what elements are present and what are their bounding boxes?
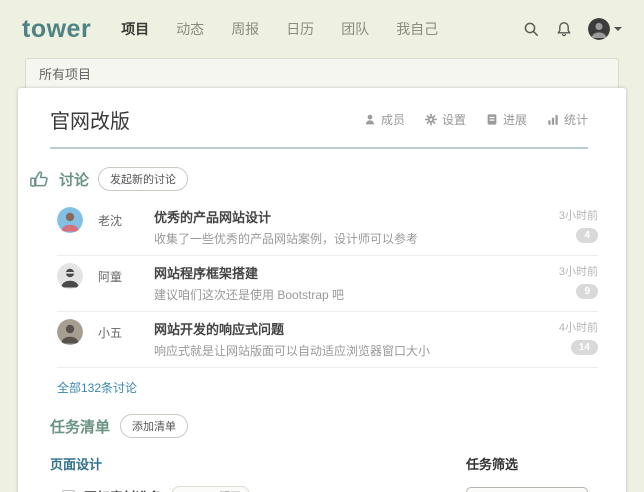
- add-list-button[interactable]: 添加清单: [120, 414, 188, 438]
- all-discussions-link[interactable]: 全部132条讨论: [57, 379, 137, 396]
- avatar: [57, 263, 83, 289]
- tower-logo[interactable]: tower: [22, 15, 91, 44]
- search-icon[interactable]: [522, 20, 540, 38]
- nav-item-calendar[interactable]: 日历: [286, 19, 314, 39]
- page-title: 官网改版: [50, 105, 130, 134]
- discussion-time: 3小时前: [526, 263, 598, 279]
- user-avatar: [588, 18, 610, 40]
- discussion-author: 阿童: [98, 263, 154, 285]
- discussion-item-excerpt: 响应式就是让网站版面可以自动适应浏览器窗口大小: [154, 342, 526, 359]
- project-header: 官网改版 成员 设置 进展 统计: [18, 88, 626, 134]
- nav-item-me[interactable]: 我自己: [396, 19, 438, 39]
- nav-item-projects[interactable]: 项目: [121, 19, 149, 39]
- nav-item-activity[interactable]: 动态: [176, 19, 204, 39]
- navbar-right: [522, 18, 622, 40]
- discussion-row[interactable]: 阿童 网站程序框架搭建 建议咱们这次还是使用 Bootstrap 吧 3小时前 …: [57, 256, 598, 312]
- project-card: 官网改版 成员 设置 进展 统计 讨论 发起新的讨论: [18, 88, 626, 492]
- comment-count-badge: 4: [576, 228, 598, 243]
- discussion-section: 讨论 发起新的讨论 老沈 优秀的产品网站设计 收集了一些优秀的产品网站案例，设计…: [18, 149, 626, 397]
- member-icon: [363, 112, 377, 127]
- discussion-title: 讨论: [59, 169, 89, 190]
- nav-item-weekly[interactable]: 周报: [231, 19, 259, 39]
- project-actions: 成员 设置 进展 统计: [363, 111, 588, 128]
- stats-button[interactable]: 统计: [546, 111, 588, 128]
- task-groups: 页面设计 图标素材准备 KevinLi 明天 首页原型设计 4条评论 Speci…: [50, 444, 466, 492]
- nav-item-team[interactable]: 团队: [341, 19, 369, 39]
- discussion-item-title[interactable]: 网站开发的响应式问题: [154, 319, 526, 338]
- discussion-author: 小五: [98, 319, 154, 341]
- main-nav: 项目 动态 周报 日历 团队 我自己: [121, 19, 438, 39]
- discussion-time: 4小时前: [526, 319, 598, 335]
- discussion-item-excerpt: 收集了一些优秀的产品网站案例，设计师可以参考: [154, 230, 526, 247]
- discussion-header: 讨论 发起新的讨论: [28, 167, 598, 191]
- stats-icon: [546, 112, 560, 127]
- discussion-item-excerpt: 建议咱们这次还是使用 Bootstrap 吧: [154, 286, 526, 303]
- task-row[interactable]: 图标素材准备 KevinLi 明天: [50, 482, 466, 492]
- discussion-row[interactable]: 老沈 优秀的产品网站设计 收集了一些优秀的产品网站案例，设计师可以参考 3小时前…: [57, 200, 598, 256]
- bell-icon[interactable]: [555, 20, 573, 38]
- discussion-time: 3小时前: [526, 207, 598, 223]
- progress-button[interactable]: 进展: [485, 111, 527, 128]
- user-menu[interactable]: [588, 18, 622, 40]
- discussion-item-title[interactable]: 网站程序框架搭建: [154, 263, 526, 282]
- tasks-header: 任务清单 添加清单: [50, 414, 588, 438]
- task-filter-title: 任务筛选: [466, 454, 588, 473]
- progress-icon: [485, 112, 499, 127]
- discussion-item-title[interactable]: 优秀的产品网站设计: [154, 207, 526, 226]
- breadcrumb-label: 所有项目: [39, 64, 91, 83]
- avatar: [57, 319, 83, 345]
- chevron-down-icon: [614, 27, 622, 31]
- new-discussion-button[interactable]: 发起新的讨论: [98, 167, 188, 191]
- avatar: [57, 207, 83, 233]
- tasks-title: 任务清单: [50, 416, 110, 437]
- thumb-up-icon: [28, 168, 50, 190]
- discussion-row[interactable]: 小五 网站开发的响应式问题 响应式就是让网站版面可以自动适应浏览器窗口大小 4小…: [57, 312, 598, 368]
- discussion-list: 老沈 优秀的产品网站设计 收集了一些优秀的产品网站案例，设计师可以参考 3小时前…: [50, 200, 598, 368]
- task-tag: KevinLi 明天: [171, 486, 250, 492]
- task-title[interactable]: 图标素材准备: [84, 487, 162, 492]
- settings-button[interactable]: 设置: [424, 111, 466, 128]
- breadcrumb[interactable]: 所有项目: [25, 58, 619, 88]
- comment-count-badge: 14: [571, 340, 598, 355]
- member-filter-select[interactable]: 所有成员: [466, 487, 588, 492]
- task-filter-panel: 任务筛选 所有成员 所有时间: [466, 454, 588, 492]
- tasks-section: 任务清单 添加清单 页面设计 图标素材准备 KevinLi 明天 首页原型设计 …: [18, 397, 626, 492]
- discussion-author: 老沈: [98, 207, 154, 229]
- gear-icon: [424, 112, 438, 127]
- members-button[interactable]: 成员: [363, 111, 405, 128]
- task-group-title[interactable]: 页面设计: [50, 454, 466, 473]
- comment-count-badge: 9: [576, 284, 598, 299]
- top-navbar: tower 项目 动态 周报 日历 团队 我自己: [0, 0, 644, 58]
